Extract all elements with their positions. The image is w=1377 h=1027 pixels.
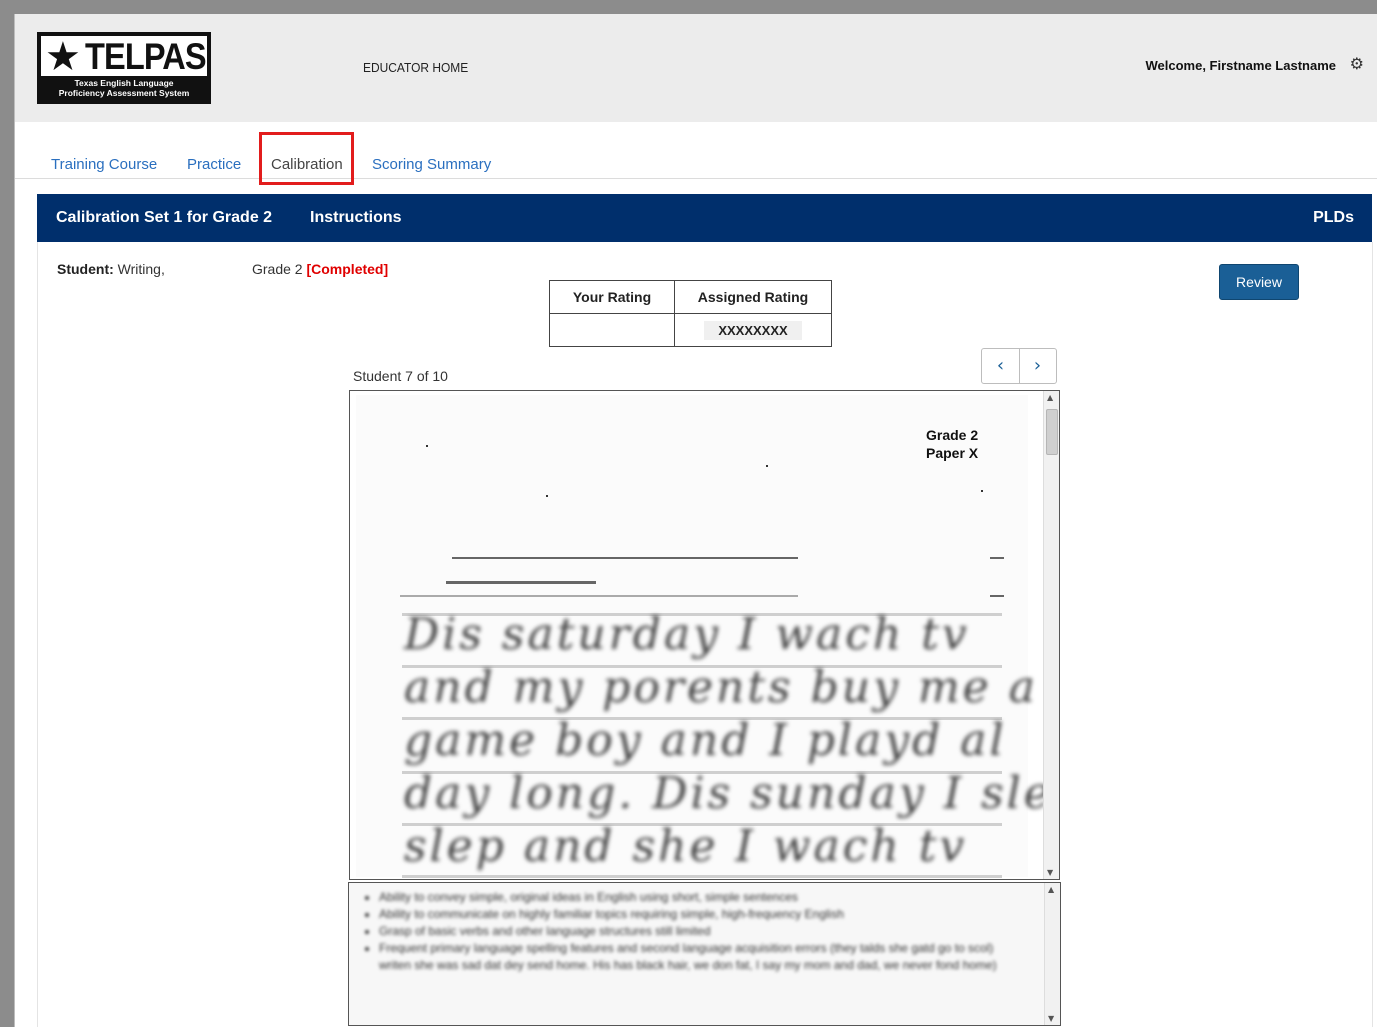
banner-title: Calibration Set 1 for Grade 2: [56, 209, 273, 226]
tab-practice[interactable]: Practice: [187, 156, 241, 173]
assigned-rating-header: Assigned Rating: [674, 280, 832, 314]
your-rating-header: Your Rating: [549, 280, 675, 314]
handwriting-line: slep and she I wach tv: [404, 821, 968, 872]
handwriting-line: day long. Dis sunday I slep: [404, 768, 1060, 819]
rating-table: Your Rating Assigned Rating XXXXXXXX: [549, 280, 832, 347]
pld-item: Ability to convey simple, original ideas…: [379, 889, 1024, 906]
handwriting-line: game boy and I playd al: [404, 715, 1007, 766]
scan-speck: [766, 465, 768, 467]
scroll-down-icon[interactable]: ▼: [1047, 868, 1053, 877]
header-rule: [990, 595, 1004, 597]
student-info: Student: Writing,: [57, 261, 165, 277]
logo-subtitle: Texas English Language Proficiency Asses…: [41, 78, 207, 98]
paper-id: Paper X: [926, 445, 979, 461]
grade-text: Grade 2: [252, 261, 303, 277]
star-icon: ★: [45, 34, 81, 80]
handwriting-line: Dis saturday I wach tv: [404, 609, 970, 660]
status-badge: [Completed]: [306, 261, 389, 277]
logo-wordmark: TELPAS: [85, 36, 207, 77]
tab-scoring-summary[interactable]: Scoring Summary: [372, 156, 491, 173]
welcome-text: Welcome, Firstname Lastname: [1145, 58, 1337, 73]
header-rule: [452, 557, 798, 559]
pld-item: Grasp of basic verbs and other language …: [379, 923, 1024, 940]
writing-sample-page: Grade 2 Paper X Dis saturday I wach tv a…: [356, 395, 1059, 878]
scan-speck: [546, 495, 548, 497]
chevron-right-icon[interactable]: ›: [1019, 349, 1056, 383]
pld-item: Frequent primary language spelling featu…: [379, 940, 1024, 974]
ruled-line: [402, 875, 1002, 878]
header-rule: [446, 581, 596, 584]
pld-scrollbar[interactable]: ▲ ▼: [1044, 883, 1060, 1025]
pld-list: Ability to convey simple, original ideas…: [349, 883, 1060, 974]
logo-top: ★ TELPAS: [41, 34, 207, 80]
scrollbar-thumb[interactable]: [1046, 409, 1058, 455]
scroll-up-icon[interactable]: ▲: [1047, 393, 1053, 402]
logo-subtitle-line2: Proficiency Assessment System: [58, 88, 190, 98]
pld-panel[interactable]: Ability to convey simple, original ideas…: [348, 882, 1061, 1026]
student-label: Student:: [57, 261, 114, 277]
student-value: Writing,: [117, 261, 165, 277]
educator-home-link[interactable]: EDUCATOR HOME: [363, 60, 468, 75]
instructions-link[interactable]: Instructions: [310, 209, 402, 227]
paper-grade: Grade 2: [926, 427, 979, 443]
pld-item: Ability to communicate on highly familia…: [379, 906, 1024, 923]
grade-info: Grade 2 [Completed]: [252, 261, 388, 277]
telpas-logo[interactable]: ★ TELPAS Texas English Language Proficie…: [37, 32, 211, 104]
review-button[interactable]: Review: [1219, 264, 1299, 300]
writing-sample-viewer[interactable]: Grade 2 Paper X Dis saturday I wach tv a…: [349, 390, 1060, 880]
your-rating-cell: [549, 313, 675, 347]
logo-subtitle-line1: Texas English Language: [74, 78, 174, 88]
header-rule: [990, 557, 1004, 559]
calibration-banner: Calibration Set 1 for Grade 2 Instructio…: [37, 194, 1372, 242]
gear-icon[interactable]: ⚙: [1350, 54, 1364, 73]
student-counter: Student 7 of 10: [353, 368, 448, 384]
paper-scrollbar[interactable]: ▲ ▼: [1043, 391, 1059, 879]
scan-speck: [981, 490, 983, 492]
assigned-rating-value: XXXXXXXX: [704, 320, 802, 340]
main-content: Student: Writing, Grade 2 [Completed] Yo…: [37, 242, 1373, 1027]
plds-link[interactable]: PLDs: [1313, 209, 1354, 227]
tab-bar: Training Course Practice Calibration Sco…: [15, 122, 1377, 185]
header-rule: [400, 595, 798, 597]
handwriting-line: and my porents buy me a: [404, 662, 1038, 713]
student-navigator: ‹ ›: [981, 348, 1057, 384]
paper-label: Grade 2 Paper X: [926, 426, 978, 462]
assigned-rating-cell: XXXXXXXX: [674, 313, 832, 347]
calibration-highlight-box: [259, 132, 354, 185]
scroll-up-icon[interactable]: ▲: [1048, 885, 1054, 894]
header: ★ TELPAS Texas English Language Proficie…: [15, 14, 1377, 123]
tab-training-course[interactable]: Training Course: [51, 156, 157, 173]
scan-speck: [426, 445, 428, 447]
chevron-left-icon[interactable]: ‹: [982, 349, 1020, 383]
app-window: ★ TELPAS Texas English Language Proficie…: [14, 14, 1377, 1027]
scroll-down-icon[interactable]: ▼: [1048, 1014, 1054, 1023]
